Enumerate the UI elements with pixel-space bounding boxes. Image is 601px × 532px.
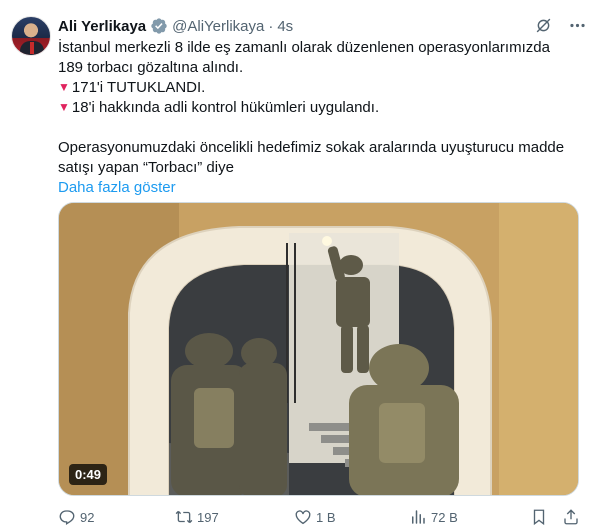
reply-button[interactable]: 92	[58, 508, 94, 526]
reply-count: 92	[80, 509, 95, 525]
tweet-line: İstanbul merkezli 8 ilde eş zamanlı olar…	[58, 39, 550, 76]
video-frame	[59, 203, 578, 495]
repost-button[interactable]: 197	[175, 508, 219, 526]
like-button[interactable]: 1 B	[294, 508, 336, 526]
bookmark-button[interactable]	[530, 508, 548, 526]
like-count: 1 B	[316, 509, 336, 525]
views-count: 72 B	[431, 509, 458, 525]
more-icon[interactable]	[567, 15, 587, 35]
action-bar: 92 197 1 B 72 B	[58, 506, 585, 528]
video-player[interactable]: 0:49	[58, 202, 579, 496]
author-handle[interactable]: @AliYerlikaya	[172, 18, 264, 35]
tweet-header: Ali Yerlikaya @AliYerlikaya · 4s	[58, 16, 293, 36]
share-button[interactable]	[562, 508, 580, 526]
author-name[interactable]: Ali Yerlikaya	[58, 18, 146, 35]
tweet-line: ▼ 171'i TUTUKLANDI.	[58, 79, 206, 96]
separator-dot: ·	[268, 17, 274, 35]
show-more-link[interactable]: Daha fazla göster	[58, 179, 176, 196]
bookmark-icon	[533, 509, 545, 526]
red-triangle-icon: ▼	[58, 100, 70, 114]
repost-icon	[175, 510, 193, 524]
video-duration: 0:49	[69, 464, 108, 485]
views-button[interactable]: 72 B	[409, 508, 458, 526]
tweet-line: Operasyonumuzdaki öncelikli hedefimiz so…	[58, 139, 565, 176]
tweet-top-icons	[533, 15, 587, 35]
like-icon	[295, 510, 311, 525]
avatar[interactable]	[11, 16, 51, 56]
avatar-tie	[30, 42, 34, 54]
tweet[interactable]: Ali Yerlikaya @AliYerlikaya · 4s İstanbu…	[0, 0, 601, 532]
views-icon	[412, 510, 425, 524]
reply-icon	[59, 510, 75, 525]
repost-count: 197	[197, 509, 219, 525]
tweet-line: ▼ 18'i hakkında adli kontrol hükümleri uy…	[58, 99, 380, 116]
tweet-time[interactable]: 4s	[277, 18, 293, 35]
red-triangle-icon: ▼	[58, 80, 70, 94]
verified-badge-icon	[150, 17, 168, 35]
tweet-text: İstanbul merkezli 8 ilde eş zamanlı olar…	[58, 38, 578, 198]
grok-icon[interactable]	[533, 15, 553, 35]
share-icon	[564, 509, 578, 525]
